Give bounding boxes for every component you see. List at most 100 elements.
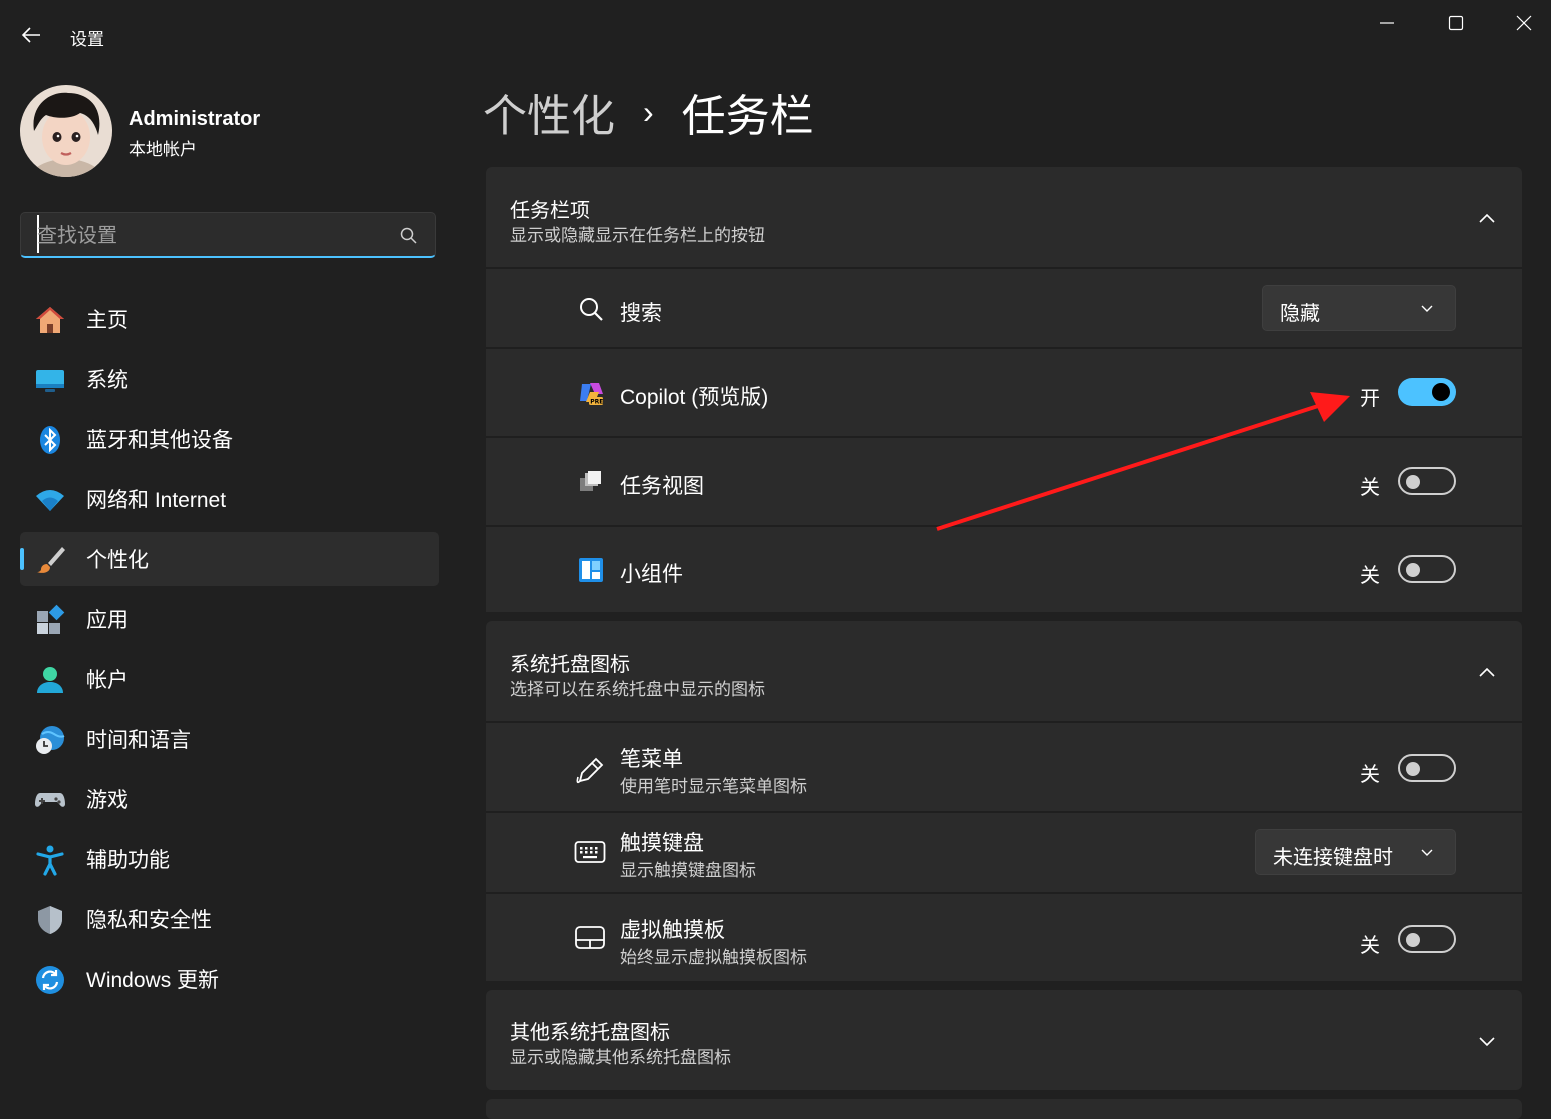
search-input[interactable] [35,221,389,251]
sidebar-item-label: Windows 更新 [86,969,220,992]
row-description: 始终显示虚拟触摸板图标 [620,948,807,967]
sidebar-item-label: 网络和 Internet [86,489,227,512]
toggle-knob [1432,383,1450,401]
group-subtitle: 显示或隐藏其他系统托盘图标 [510,1048,731,1067]
sidebar-item-network[interactable]: 网络和 Internet [20,472,439,526]
sidebar-item-label: 帐户 [86,669,128,692]
apps-icon [37,604,65,634]
app-title: 设置 [70,30,104,49]
taskbar-items-group: 任务栏项 显示或隐藏显示在任务栏上的按钮 搜索 隐藏 PRE Copilot (… [486,167,1522,612]
monitor-icon [36,370,64,392]
home-icon [36,307,64,333]
person-icon [37,667,63,693]
close-button[interactable] [1501,8,1547,38]
sidebar-item-time-language[interactable]: 时间和语言 [20,712,439,766]
group-title: 其他系统托盘图标 [510,1022,670,1044]
sidebar-item-label: 游戏 [86,789,128,812]
sidebar-item-windows-update[interactable]: Windows 更新 [20,952,439,1006]
row-label: 触摸键盘 [620,832,704,855]
sidebar-item-bluetooth[interactable]: 蓝牙和其他设备 [20,412,439,466]
search-icon[interactable] [399,226,419,246]
chevron-down-icon [1421,849,1433,856]
globe-clock-icon [36,726,65,754]
pen-icon [576,757,604,784]
next-group-partial [486,1099,1522,1119]
group-title: 任务栏项 [510,200,590,222]
wifi-icon [36,490,64,511]
sidebar-item-gaming[interactable]: 游戏 [20,772,439,826]
row-label: 搜索 [620,302,662,325]
sidebar-item-personalization[interactable]: 个性化 [20,532,439,586]
widgets-icon [579,558,603,582]
copilot-toggle[interactable] [1398,378,1456,406]
dropdown-value: 隐藏 [1280,303,1320,325]
dropdown-value: 未连接键盘时 [1273,847,1393,869]
row-label: 笔菜单 [620,748,683,771]
task-view-toggle[interactable] [1398,467,1456,495]
sidebar-item-home[interactable]: 主页 [20,292,439,346]
copilot-row: PRE Copilot (预览版) 开 [486,347,1522,436]
sidebar-item-accounts[interactable]: 帐户 [20,652,439,706]
svg-text:PRE: PRE [590,399,603,406]
sidebar-item-label: 时间和语言 [86,729,191,752]
back-button[interactable] [14,18,48,52]
sidebar-item-privacy[interactable]: 隐私和安全性 [20,892,439,946]
back-arrow-icon [21,27,40,43]
row-description: 使用笔时显示笔菜单图标 [620,777,807,796]
sidebar-item-accessibility[interactable]: 辅助功能 [20,832,439,886]
row-description: 显示触摸键盘图标 [620,861,756,880]
touch-keyboard-dropdown[interactable]: 未连接键盘时 [1255,829,1456,875]
task-view-icon [580,471,601,491]
chevron-down-icon [1421,305,1433,312]
other-tray-group[interactable]: 其他系统托盘图标 显示或隐藏其他系统托盘图标 [486,990,1522,1090]
user-name: Administrator [129,108,261,130]
chevron-up-icon[interactable] [1476,207,1498,229]
widgets-toggle[interactable] [1398,555,1456,583]
breadcrumb-parent[interactable]: 个性化 [483,80,615,144]
widgets-row: 小组件 关 [486,525,1522,612]
group-title: 系统托盘图标 [510,654,630,676]
taskbar-items-header[interactable]: 任务栏项 显示或隐藏显示在任务栏上的按钮 [486,167,1522,267]
account-type: 本地帐户 [129,140,197,159]
sidebar-item-apps[interactable]: 应用 [20,592,439,646]
page-title: 任务栏 [681,92,814,141]
maximize-button[interactable] [1433,8,1479,38]
chevron-up-icon[interactable] [1476,661,1498,683]
row-label: 任务视图 [620,475,704,498]
search-box[interactable] [20,212,436,258]
minimize-button[interactable] [1364,8,1410,38]
toggle-state-label: 关 [1360,935,1380,957]
toggle-state-label: 关 [1360,565,1380,587]
sidebar-item-system[interactable]: 系统 [20,352,439,406]
chevron-down-icon[interactable] [1476,1030,1498,1052]
toggle-knob [1406,933,1420,947]
virtual-touchpad-toggle[interactable] [1398,925,1456,953]
pen-menu-toggle[interactable] [1398,754,1456,782]
virtual-touchpad-row: 虚拟触摸板 始终显示虚拟触摸板图标 关 [486,892,1522,981]
row-label: 虚拟触摸板 [620,919,725,942]
search-mode-dropdown[interactable]: 隐藏 [1262,285,1456,331]
active-indicator [20,548,24,570]
sidebar-item-label: 蓝牙和其他设备 [86,429,233,452]
toggle-state-label: 关 [1360,477,1380,499]
search-row: 搜索 隐藏 [486,267,1522,347]
system-tray-header[interactable]: 系统托盘图标 选择可以在系统托盘中显示的图标 [486,621,1522,721]
breadcrumb: 个性化 › 任务栏 [483,82,814,142]
toggle-state-label: 开 [1360,388,1380,410]
touch-keyboard-row: 触摸键盘 显示触摸键盘图标 未连接键盘时 [486,811,1522,892]
sidebar-item-label: 主页 [86,309,128,332]
group-subtitle: 选择可以在系统托盘中显示的图标 [510,680,765,699]
sidebar-item-label: 系统 [86,369,128,392]
sidebar-item-label: 应用 [86,609,128,632]
avatar-image [20,85,112,177]
avatar[interactable] [20,85,112,177]
sidebar-item-label: 个性化 [86,549,149,572]
pen-menu-row: 笔菜单 使用笔时显示笔菜单图标 关 [486,721,1522,811]
toggle-state-label: 关 [1360,764,1380,786]
minimize-icon [1380,22,1394,24]
paintbrush-icon [37,547,65,573]
close-icon [1516,15,1532,31]
sync-icon [36,966,64,994]
title-bar: 设置 [0,0,1551,70]
group-subtitle: 显示或隐藏显示在任务栏上的按钮 [510,226,765,245]
